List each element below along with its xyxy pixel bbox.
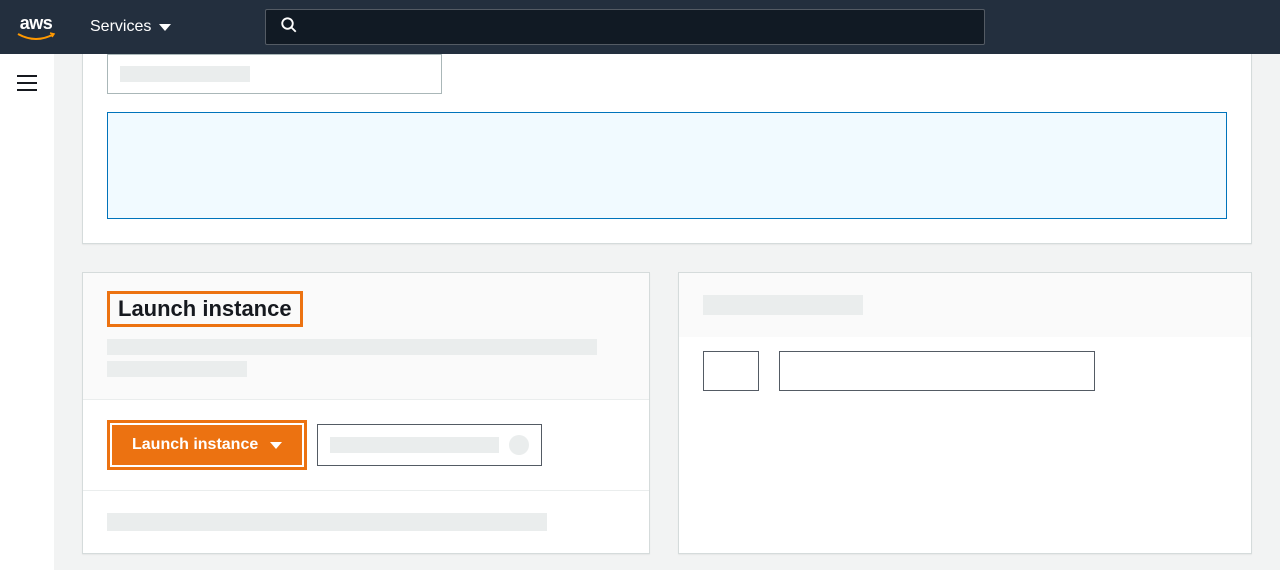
text-input[interactable]	[107, 54, 442, 94]
top-panel	[82, 54, 1252, 244]
info-alert-box	[107, 112, 1227, 219]
content-area: Launch instance Launch instance	[54, 54, 1280, 570]
services-label: Services	[90, 18, 151, 36]
large-input-box[interactable]	[779, 351, 1095, 391]
secondary-action-box[interactable]	[317, 424, 542, 466]
launch-instance-title: Launch instance	[107, 291, 303, 327]
right-card-body	[679, 337, 1251, 421]
search-icon	[280, 16, 298, 39]
placeholder-skeleton	[330, 437, 499, 453]
launch-button-label: Launch instance	[132, 436, 258, 454]
launch-instance-button[interactable]: Launch instance	[112, 425, 302, 465]
top-navigation: aws Services	[0, 0, 1280, 54]
placeholder-skeleton	[107, 513, 547, 531]
right-card	[678, 272, 1252, 554]
launch-button-highlight: Launch instance	[107, 420, 307, 470]
caret-down-icon	[159, 24, 171, 31]
right-card-header	[679, 273, 1251, 337]
services-dropdown[interactable]: Services	[80, 12, 181, 42]
placeholder-circle	[509, 435, 529, 455]
launch-card-header: Launch instance	[83, 273, 649, 400]
aws-smile-icon	[16, 32, 56, 42]
launch-instance-card: Launch instance Launch instance	[82, 272, 650, 554]
launch-card-footer	[83, 491, 649, 553]
hamburger-menu-button[interactable]	[16, 74, 38, 97]
search-input[interactable]	[265, 9, 985, 45]
launch-card-body: Launch instance	[83, 400, 649, 491]
caret-down-icon	[270, 442, 282, 449]
aws-logo-text: aws	[20, 13, 53, 34]
main-area: Launch instance Launch instance	[0, 54, 1280, 570]
placeholder-skeleton	[120, 66, 250, 82]
small-input-box[interactable]	[703, 351, 759, 391]
placeholder-skeleton	[703, 295, 863, 315]
aws-logo[interactable]: aws	[16, 13, 56, 42]
sidebar	[0, 54, 54, 570]
lower-row: Launch instance Launch instance	[82, 272, 1252, 554]
description-skeleton	[107, 339, 625, 377]
